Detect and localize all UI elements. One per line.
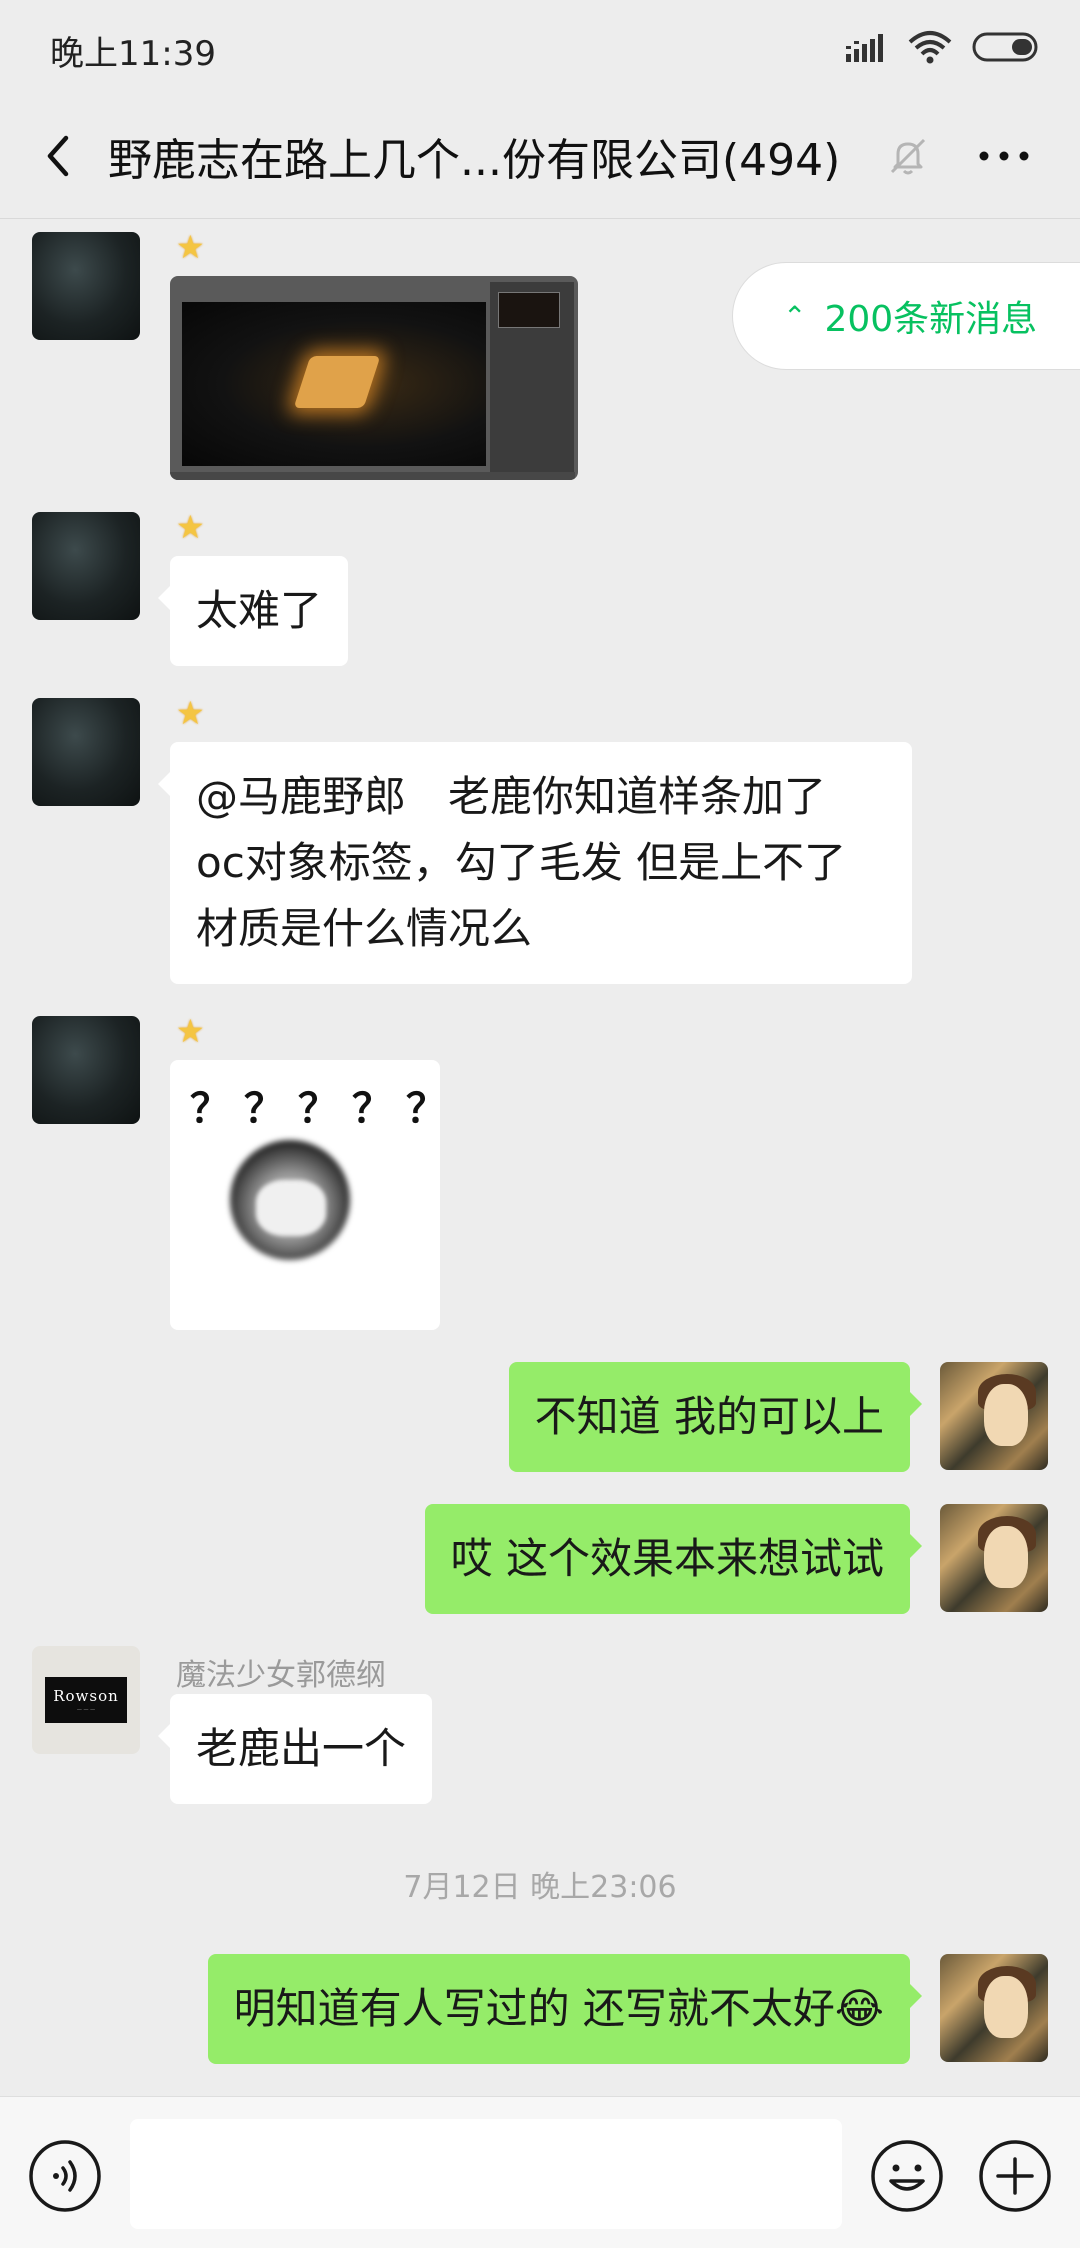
signal-icon xyxy=(846,34,883,62)
input-bar xyxy=(0,2096,1080,2248)
message-bubble[interactable]: 老鹿出一个 xyxy=(157,1694,433,1804)
avatar[interactable] xyxy=(32,512,140,620)
star-badge-icon: ★ xyxy=(176,508,205,546)
message-bubble[interactable]: 哎 这个效果本来想试试 xyxy=(424,1504,923,1614)
avatar[interactable]: Rowson — — — xyxy=(32,1646,140,1754)
message-line: @马鹿野郎 老鹿你知道样条加了 xyxy=(196,772,827,821)
screenshot-render-area xyxy=(182,302,486,466)
status-icons xyxy=(846,30,1042,64)
sender-name: 魔法少女郭德纲 xyxy=(176,1658,386,1693)
more-icon[interactable] xyxy=(972,132,1036,180)
rowson-logo: Rowson — — — xyxy=(45,1677,127,1723)
new-messages-label: 200条新消息 xyxy=(824,299,1038,340)
message-input[interactable] xyxy=(130,2119,842,2229)
my-avatar[interactable] xyxy=(940,1954,1048,2062)
star-badge-icon: ★ xyxy=(176,228,205,266)
message-line: oc对象标签，勾了毛发 但是上不了 xyxy=(196,838,847,887)
my-avatar[interactable] xyxy=(940,1362,1048,1470)
star-badge-icon: ★ xyxy=(176,694,205,732)
chat-header: 野鹿志在路上几个...份有限公司(494) xyxy=(0,96,1080,220)
voice-icon[interactable] xyxy=(28,2139,102,2213)
avatar[interactable] xyxy=(32,698,140,806)
back-arrow-icon[interactable] xyxy=(30,126,90,186)
message-bubble[interactable]: 不知道 我的可以上 xyxy=(508,1362,923,1472)
message-bubble[interactable]: 明知道有人写过的 还写就不太好😂 xyxy=(207,1954,923,2064)
image-message[interactable] xyxy=(170,276,578,480)
avatar[interactable] xyxy=(32,232,140,340)
sticker-text: ？？？？？？ xyxy=(190,1086,440,1132)
avatar[interactable] xyxy=(32,1016,140,1124)
mute-bell-icon xyxy=(890,138,926,175)
screenshot-side-panel xyxy=(490,282,574,472)
message-bubble[interactable]: @马鹿野郎 老鹿你知道样条加了 oc对象标签，勾了毛发 但是上不了 材质是什么情… xyxy=(158,742,912,984)
my-avatar[interactable] xyxy=(940,1504,1048,1612)
chat-title[interactable]: 野鹿志在路上几个...份有限公司(494) xyxy=(108,124,840,188)
message-bubble[interactable]: 太难了 xyxy=(157,556,349,666)
wifi-icon xyxy=(908,31,952,64)
plus-icon[interactable] xyxy=(978,2139,1052,2213)
double-chevron-up-icon: ⌃ xyxy=(783,299,807,333)
status-time: 晚上11:39 xyxy=(50,34,216,74)
new-messages-button[interactable]: ⌃ 200条新消息 xyxy=(732,262,1080,370)
message-line: 材质是什么情况么 xyxy=(196,904,533,953)
emoji-icon[interactable] xyxy=(870,2139,944,2213)
battery-icon xyxy=(972,32,1038,62)
status-bar: 晚上11:39 xyxy=(0,0,1080,96)
header-divider xyxy=(0,218,1080,219)
timestamp: 7月12日 晚上23:06 xyxy=(403,1870,677,1905)
sticker-message[interactable]: ？？？？？？ xyxy=(170,1060,440,1330)
star-badge-icon: ★ xyxy=(176,1012,205,1050)
